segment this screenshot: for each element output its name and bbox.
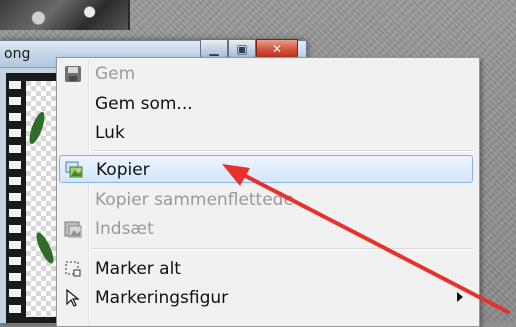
menu-item-luk[interactable]: Luk [59,119,473,147]
minimize-button[interactable]: ▁ [200,39,228,59]
maximize-icon: ▣ [236,42,248,56]
menu-item-label: Kopier sammenflettede [95,190,294,210]
menu-item-kopier[interactable]: Kopier [59,155,473,183]
minimize-icon: ▁ [209,42,219,56]
menu-item-label: Indsæt [95,219,154,239]
copy-image-icon [65,161,83,178]
close-button[interactable]: ✕ [256,39,298,59]
menu-separator [91,150,473,152]
film-perforations [9,77,21,317]
menu-separator [91,248,473,250]
menu-item-label: Luk [95,123,125,143]
menu-item-indsaet[interactable]: Indsæt [59,215,473,243]
paste-image-icon [64,221,82,238]
menu-item-label: Gem [95,64,136,84]
window-title: ong [4,46,31,62]
background-photo-thumbnail [0,0,130,30]
film-frame-image [26,81,60,317]
maximize-button[interactable]: ▣ [228,39,256,59]
menu-item-gem[interactable]: Gem [59,60,473,88]
close-icon: ✕ [271,42,283,56]
save-icon [65,66,81,82]
menu-item-marker-alt[interactable]: Marker alt [59,255,473,283]
menu-item-label: Marker alt [95,259,181,279]
cursor-arrow-icon [66,289,80,307]
select-all-icon [65,261,81,277]
menu-item-label: Gem som... [95,94,193,114]
leaf-shape [33,230,57,266]
leaf-shape [26,110,48,146]
context-menu: Gem Gem som... Luk Kopier Kopier sammenf… [56,57,480,327]
menu-item-markeringsfigur[interactable]: Markeringsfigur [59,284,473,312]
menu-item-label: Kopier [96,160,150,180]
menu-item-gem-som[interactable]: Gem som... [59,90,473,118]
menu-item-kopier-sammenflettede[interactable]: Kopier sammenflettede [59,186,473,214]
menu-item-label: Markeringsfigur [95,288,229,308]
submenu-arrow-icon [457,292,463,302]
